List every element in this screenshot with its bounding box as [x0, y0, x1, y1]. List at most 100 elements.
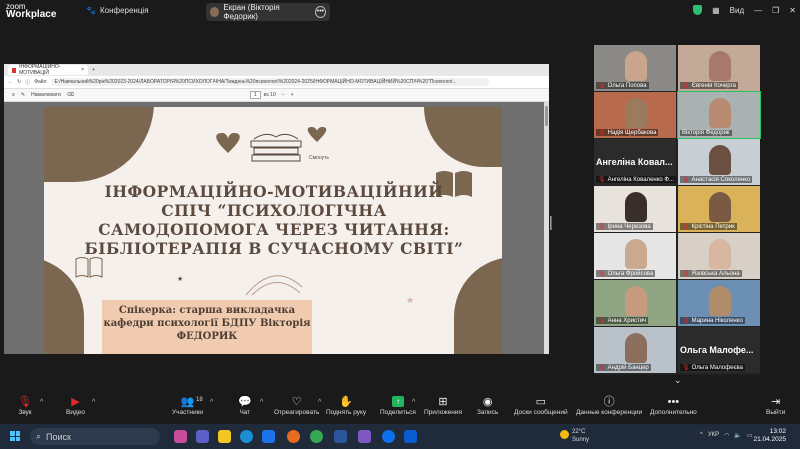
chevron-up-icon[interactable]: ^ [92, 399, 95, 406]
close-icon[interactable]: × [81, 67, 84, 73]
chevron-up-icon[interactable]: ^ [412, 399, 415, 406]
participant-tile[interactable]: 🎙 Язовська Альона [678, 233, 760, 279]
sun-icon [560, 430, 569, 439]
conf-data-label: Данные конференции [576, 409, 643, 416]
more-icon[interactable]: ••• [314, 6, 326, 18]
heart-icon: ♡ [291, 396, 302, 408]
weather-text: Sunny [572, 437, 590, 443]
browser-tab[interactable]: ІНФОРМАЦІЙНО-МОТИВАЦІЙ × [8, 64, 88, 76]
browser-tab-label: ІНФОРМАЦІЙНО-МОТИВАЦІЙ [19, 64, 61, 76]
chevron-down-icon[interactable]: ⌄ [674, 375, 682, 386]
menu-icon[interactable]: ≡ [12, 92, 15, 98]
back-icon[interactable]: ← [8, 79, 13, 85]
participant-name: 🎙 Язовська Альона [680, 270, 742, 277]
wifi-icon[interactable]: ◠ [724, 432, 729, 439]
participant-tile[interactable]: 🎙 Марина Ніколенко [678, 280, 760, 326]
participant-tile[interactable]: 🎙 Ірина Черезова [594, 186, 676, 232]
store-icon[interactable] [262, 430, 275, 443]
scroll-thumb[interactable] [545, 106, 548, 126]
taskbar-app-icon[interactable] [174, 430, 187, 443]
share-button[interactable]: ↑ Поделиться [380, 396, 416, 416]
share-source-pill[interactable]: Екран (Вікторія Федорик) ••• [206, 3, 330, 21]
reload-icon[interactable]: ↻ [17, 79, 21, 85]
mic-muted-icon: 🎙 [682, 177, 690, 183]
windows-start-icon[interactable] [10, 431, 20, 441]
taskbar-app-icon[interactable] [404, 430, 417, 443]
record-button[interactable]: ◉ Запись [477, 396, 498, 416]
shield-icon[interactable] [693, 5, 703, 15]
minimize-icon[interactable]: — [754, 6, 762, 15]
participant-tile[interactable]: 🎙 Анна Христич [594, 280, 676, 326]
exit-icon: ⇥ [771, 396, 781, 408]
tab-conference[interactable]: 🐾 Конференція [86, 6, 149, 15]
resize-handle[interactable] [550, 216, 552, 230]
zoom-out-icon[interactable]: − [282, 92, 285, 98]
participant-tile[interactable]: 🎙 Надія Щербакова [594, 92, 676, 138]
participant-tile[interactable]: Вікторія Федорик [677, 91, 761, 139]
search-icon: ⌕ [36, 431, 42, 441]
zoom-in-icon[interactable]: + [291, 92, 294, 98]
slide-title: ІНФОРМАЦІЙНО-МОТИВАЦІЙНИЙ СПІЧ “ПСИХОЛОГ… [84, 182, 464, 258]
chevron-up-icon[interactable]: ^ [40, 399, 43, 406]
participant-video [709, 145, 731, 175]
draw-icon[interactable]: ✎ [21, 92, 25, 98]
teams-icon[interactable] [196, 430, 209, 443]
taskbar-clock[interactable]: 13:02 21.04.2025 [753, 428, 786, 444]
participant-video [625, 286, 647, 316]
close-icon[interactable]: ✕ [789, 6, 796, 15]
participant-video [709, 286, 731, 316]
chevron-up-icon[interactable]: ^ [210, 399, 213, 406]
participant-tile[interactable]: 🎙 Андрій Банцер [594, 327, 676, 373]
url-field[interactable]: E:/Навчальний%20рік%202023-2024/ЛАБОРАТО… [50, 78, 489, 86]
battery-icon[interactable]: ▭ [747, 432, 753, 439]
weather-widget[interactable]: 22°C Sunny [560, 428, 590, 444]
taskbar-app-icon[interactable] [358, 430, 371, 443]
conf-data-button[interactable]: ⓘ Данные конференции [576, 396, 642, 416]
raise-hand-button[interactable]: ✋ Поднять руку [326, 396, 366, 416]
zoom-icon[interactable] [382, 430, 395, 443]
participant-tile[interactable]: 🎙 Ольга Попова [594, 45, 676, 91]
apps-button[interactable]: ⊞ Приложения [424, 396, 462, 416]
taskbar-search[interactable]: ⌕ Поиск [30, 428, 160, 445]
participant-tile[interactable]: 🎙 Крістіна Петрик [678, 186, 760, 232]
draw-button[interactable]: Намалювати [31, 92, 61, 98]
browser-tab-bar: ІНФОРМАЦІЙНО-МОТИВАЦІЙ × + [4, 64, 549, 76]
participant-tile[interactable]: 🎙 Євгенія Кочерга [678, 45, 760, 91]
temperature: 22°C [572, 429, 586, 435]
react-button[interactable]: ♡ Отреагировать [274, 396, 319, 416]
plus-icon[interactable]: + [92, 67, 95, 73]
video-button[interactable]: ▶ Видео [66, 396, 85, 416]
page-input[interactable]: 1 [249, 91, 261, 99]
boards-button[interactable]: ▭ Доски сообщений [514, 396, 568, 416]
chevron-up-icon[interactable]: ^ [260, 399, 263, 406]
chat-button[interactable]: 💬 Чат [238, 396, 252, 416]
participant-tile[interactable]: 🎙 Анастасія Соколенко [678, 139, 760, 185]
file-label: Файл [34, 79, 47, 85]
volume-icon[interactable]: 🔈 [734, 432, 741, 439]
board-icon: ▭ [535, 396, 547, 408]
more-button[interactable]: ••• Дополнительно [650, 396, 697, 416]
zoom-logo: zoom Workplace [6, 3, 56, 20]
view-button[interactable]: Вид [730, 6, 744, 15]
avatar [210, 7, 220, 17]
participant-video [625, 192, 647, 222]
participant-tile[interactable]: Ангеліна Ковал... 🎙 Ангеліна Коваленко Ф..… [594, 139, 676, 185]
eraser-icon[interactable]: ⌫ [67, 92, 74, 98]
restore-icon[interactable]: ❐ [772, 6, 779, 15]
decor-lines [245, 275, 303, 296]
edge-icon[interactable] [240, 430, 253, 443]
explorer-icon[interactable] [218, 430, 231, 443]
participant-tile[interactable]: 🎙 Ольга Фройсова [594, 233, 676, 279]
chrome-icon[interactable] [310, 430, 323, 443]
language-indicator[interactable]: УКР [708, 432, 719, 439]
chevron-up-icon[interactable]: ^ [318, 399, 321, 406]
participant-name: 🎙 Ольга Фройсова [596, 270, 656, 277]
share-label: Поделиться [380, 409, 416, 416]
participant-tile[interactable]: Ольга Малофе... 🎙 Ольга Малофеєва [678, 327, 760, 373]
pdf-scrollbar[interactable] [544, 102, 549, 354]
audio-button[interactable]: 🎙 Звук [18, 396, 32, 416]
word-icon[interactable] [334, 430, 347, 443]
firefox-icon[interactable] [287, 430, 300, 443]
leave-button[interactable]: ⇥ Выйти [766, 396, 785, 416]
chevron-up-icon[interactable]: ^ [700, 432, 703, 439]
